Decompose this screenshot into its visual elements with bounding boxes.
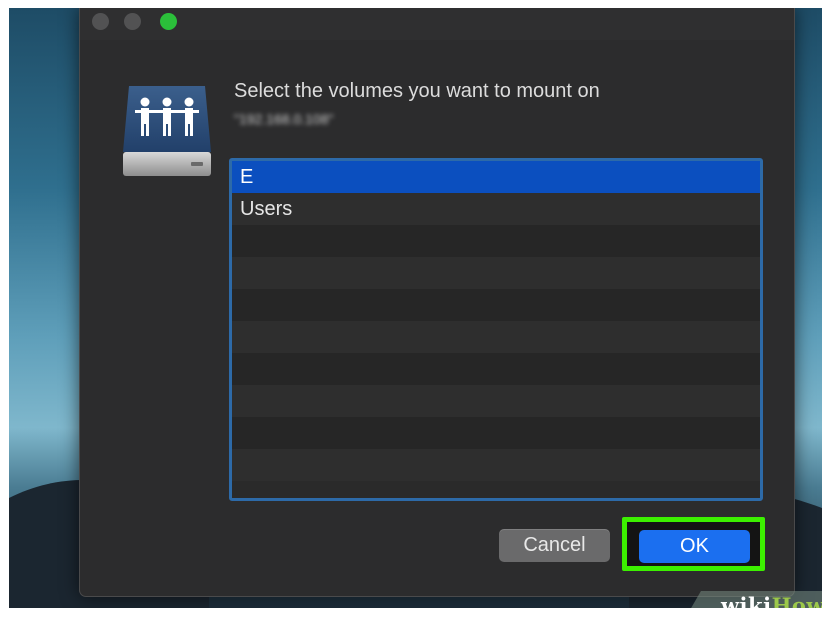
close-window-button[interactable] [92,13,109,30]
ok-button-highlight: OK [622,517,765,571]
server-address-text: "192.168.0.108" [234,111,334,127]
screenshot-frame: Select the volumes you want to mount on … [9,8,822,608]
empty-volume-row [232,257,760,289]
ok-button[interactable]: OK [639,530,750,563]
wikihow-logo-how: How [771,593,822,608]
empty-volume-row [232,353,760,385]
volume-row[interactable]: Users [232,193,760,225]
wikihow-watermark: wikiHow [679,583,822,608]
window-titlebar [80,8,794,40]
volume-row[interactable]: E [232,161,760,193]
empty-volume-row [232,321,760,353]
minimize-window-button[interactable] [124,13,141,30]
wikihow-logo-wiki: wiki [720,593,772,608]
mount-volumes-dialog: Select the volumes you want to mount on … [79,8,795,597]
empty-volume-row [232,449,760,481]
mount-prompt-text: Select the volumes you want to mount on [234,80,600,102]
network-server-icon [123,86,211,176]
wikihow-logo: wikiHow [721,593,822,608]
empty-volume-row [232,417,760,449]
empty-volume-row [232,385,760,417]
empty-volume-row [232,225,760,257]
cancel-button[interactable]: Cancel [499,529,610,562]
empty-volume-row [232,289,760,321]
volume-list[interactable]: E Users [229,158,763,501]
zoom-window-button[interactable] [160,13,177,30]
